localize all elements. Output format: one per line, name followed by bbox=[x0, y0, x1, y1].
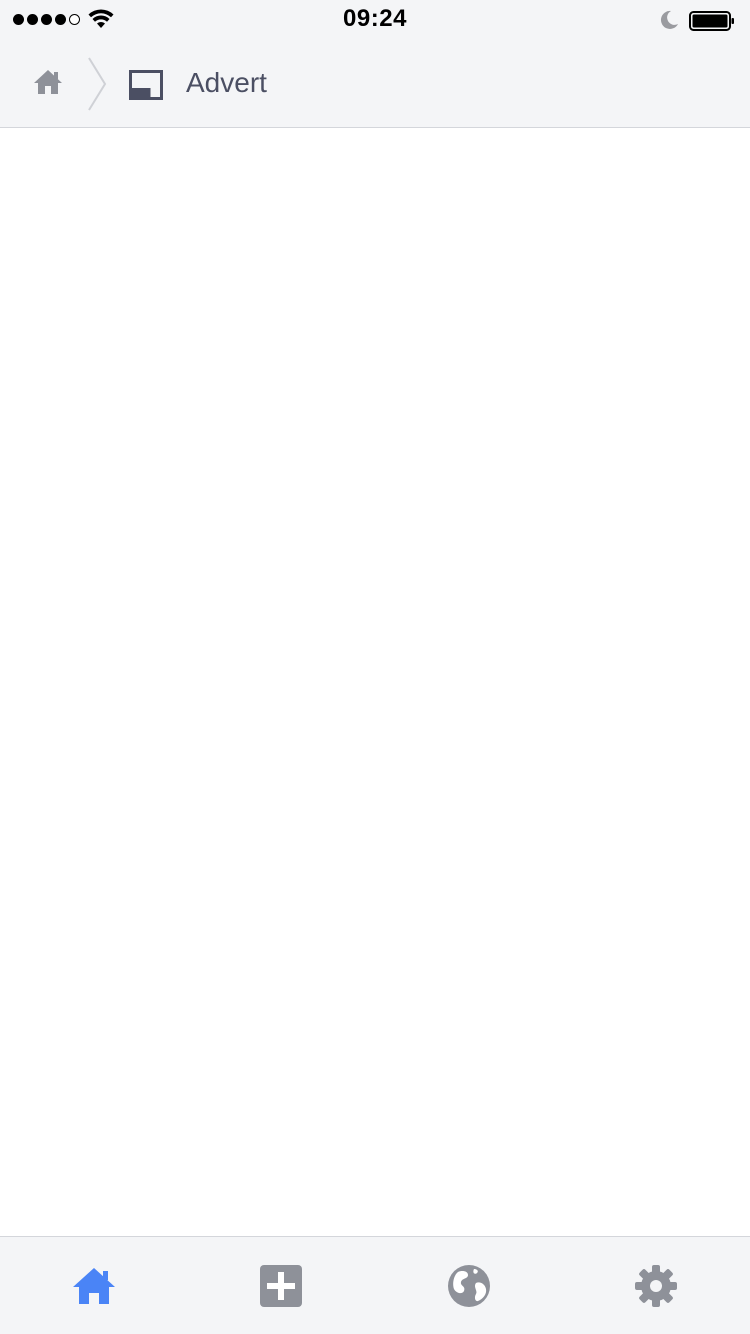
moon-icon bbox=[660, 10, 678, 29]
globe-icon bbox=[447, 1264, 490, 1307]
battery-icon bbox=[689, 11, 734, 31]
tab-add[interactable] bbox=[188, 1237, 376, 1334]
home-icon[interactable] bbox=[32, 66, 64, 98]
chevron-right-icon bbox=[88, 57, 107, 111]
tab-bar bbox=[0, 1236, 750, 1334]
breadcrumb-current-page[interactable]: Advert bbox=[186, 67, 267, 99]
status-bar: 09:24 bbox=[0, 0, 750, 40]
gear-icon bbox=[635, 1264, 678, 1307]
breadcrumb: Advert bbox=[0, 40, 750, 128]
tab-settings[interactable] bbox=[563, 1237, 750, 1334]
advert-layout-icon bbox=[129, 70, 163, 100]
tab-globe[interactable] bbox=[375, 1237, 563, 1334]
main-content-area bbox=[0, 129, 750, 1236]
add-square-icon bbox=[260, 1264, 303, 1307]
tab-home[interactable] bbox=[0, 1237, 188, 1334]
home-icon bbox=[72, 1267, 115, 1304]
status-time: 09:24 bbox=[343, 5, 407, 32]
